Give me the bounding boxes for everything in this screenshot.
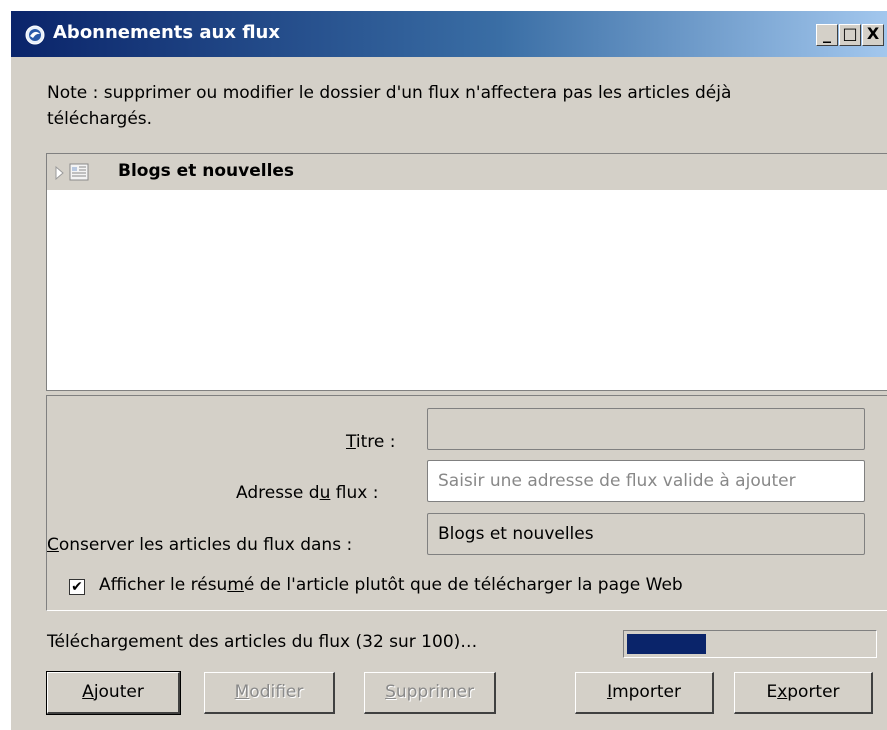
- title-field: [427, 408, 865, 450]
- background-desktop: [0, 10, 10, 720]
- export-button[interactable]: Exporter: [734, 672, 873, 714]
- tree-item-label: Blogs et nouvelles: [118, 161, 295, 181]
- feed-subscriptions-dialog: Abonnements aux flux _ □ X Note : suppri…: [10, 10, 887, 730]
- close-button[interactable]: X: [862, 24, 884, 46]
- download-progress-bar: [623, 630, 877, 658]
- edit-button[interactable]: Modifier: [204, 672, 335, 714]
- feed-address-input[interactable]: Saisir une adresse de flux valide à ajou…: [427, 460, 865, 502]
- expand-arrow-icon[interactable]: [55, 166, 65, 180]
- summary-checkbox[interactable]: ✔: [69, 579, 85, 595]
- delete-button[interactable]: Supprimer: [364, 672, 496, 714]
- download-status-text: Téléchargement des articles du flux (32 …: [47, 632, 478, 652]
- store-in-folder-field[interactable]: Blogs et nouvelles: [427, 513, 865, 555]
- feed-tree[interactable]: Blogs et nouvelles: [46, 153, 887, 391]
- feed-address-label: Adresse du flux :: [236, 483, 379, 503]
- title-bar[interactable]: Abonnements aux flux _ □ X: [11, 11, 887, 57]
- maximize-button[interactable]: □: [839, 24, 861, 46]
- window-title: Abonnements aux flux: [53, 22, 280, 43]
- progress-fill: [627, 634, 706, 654]
- feed-folder-icon: [69, 163, 89, 181]
- minimize-button[interactable]: _: [816, 24, 838, 46]
- title-label: Titre :: [346, 432, 396, 452]
- add-button[interactable]: Ajouter: [46, 671, 181, 715]
- import-button[interactable]: Importer: [575, 672, 714, 714]
- thunderbird-app-icon: [25, 25, 45, 45]
- store-in-label: Conserver les articles du flux dans :: [47, 535, 353, 555]
- summary-checkbox-label[interactable]: Afficher le résumé de l'article plutôt q…: [99, 575, 683, 595]
- tree-item-blogs[interactable]: Blogs et nouvelles: [47, 154, 887, 190]
- note-text: Note : supprimer ou modifier le dossier …: [47, 83, 732, 129]
